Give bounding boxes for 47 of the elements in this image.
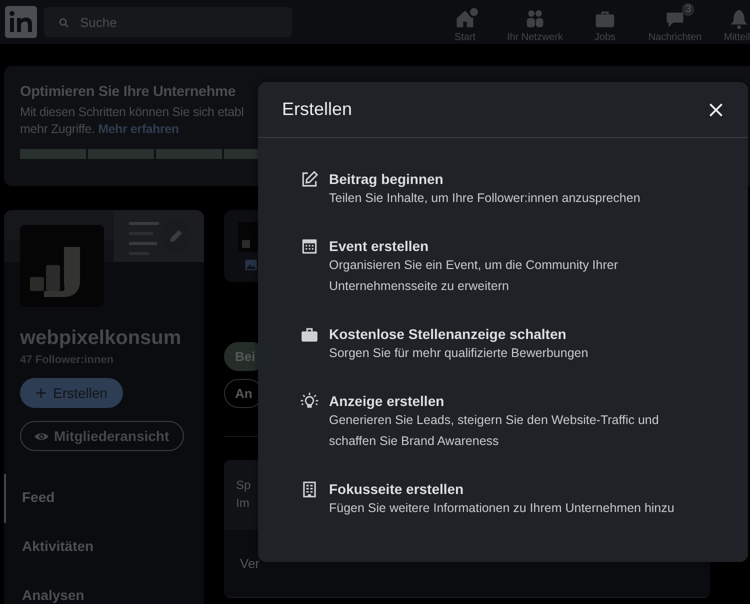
company-name: webpixelkonsum [20,327,182,350]
option-description: Generieren Sie Leads, steigern Sie den Website-Traffic und schaffen Sie Brand Awareness [329,412,660,450]
plus-icon [34,386,48,400]
bell-icon [728,8,750,30]
logo-icon[interactable] [5,6,37,38]
people-icon [524,8,546,30]
option-description: Organisieren Sie ein Event, um die Community Ihrer Unternehmensseite zu erweitern [329,257,620,295]
banner-text: Mit diesen Schritten können Sie sich etabl [20,104,244,121]
sidebar-item[interactable]: Analysen [4,572,100,604]
progress-segment [156,149,222,159]
dialog-title: Erstellen [282,99,352,120]
pencil-icon [168,228,184,244]
banner-title: Optimieren Sie Ihre Unternehme [20,84,236,100]
nav-item[interactable]: Ihr Netzwerk [500,2,570,42]
menu-option[interactable]: Beitrag beginnen Teilen Sie Inhalte, um Ihre Follower:innen anzusprechen [300,170,728,209]
progress-segment [88,149,154,159]
sidebar-item[interactable]: Feed [4,474,71,523]
search-icon [58,16,70,28]
sidebar-item[interactable]: Aktivitäten [4,523,110,572]
option-description: Sorgen Sie für mehr qualifizierte Bewerbungen [329,345,590,362]
option-description: Teilen Sie Inhalte, um Ihre Follower:innen anzusprechen [329,190,642,207]
progress-segment [20,149,86,159]
briefcase-icon [300,325,319,344]
building-icon [300,480,319,499]
option-description: Fügen Sie weitere Informationen zu Ihrem Unternehmen hinzu [329,500,676,517]
option-title: Beitrag beginnen [329,170,444,188]
menu-option[interactable]: Anzeige erstellen Generieren Sie Leads, steigern Sie den Website-Traffic und schaffen Sie Brand Awareness [300,392,728,452]
learn-more-link[interactable]: Mehr erfahren [98,122,179,136]
banner-text: mehr Zugriffe. Mehr erfahren [20,121,179,138]
lightbulb-icon [300,392,319,411]
menu-option[interactable]: Fokusseite erstellen Fügen Sie weitere Informationen zu Ihrem Unternehmen hinzu [300,480,728,519]
option-title: Fokusseite erstellen [329,480,465,498]
menu-option[interactable]: Kostenlose Stellenanzeige schalten Sorgen Sie für mehr qualifizierte Bewerbungen [300,325,728,364]
option-title: Kostenlose Stellenanzeige schalten [329,325,568,343]
member-view-button[interactable]: Mitgliederansicht [20,421,184,451]
calendar-icon [300,237,319,256]
edit-icon [300,170,319,189]
option-title: Event erstellen [329,237,430,255]
nav-item[interactable]: Mitteil [710,2,750,42]
option-title: Anzeige erstellen [329,392,446,410]
image-icon [244,258,258,272]
create-button[interactable]: Erstellen [20,378,124,408]
menu-option[interactable]: Event erstellen Organisieren Sie ein Event, um die Community Ihrer Unternehmensseite zu erweitern [300,237,728,297]
card-text: Sp [236,477,251,494]
nav-item[interactable]: Jobs [570,2,640,42]
card-text: Im [236,495,250,512]
nav-item[interactable]: Start [430,2,500,42]
